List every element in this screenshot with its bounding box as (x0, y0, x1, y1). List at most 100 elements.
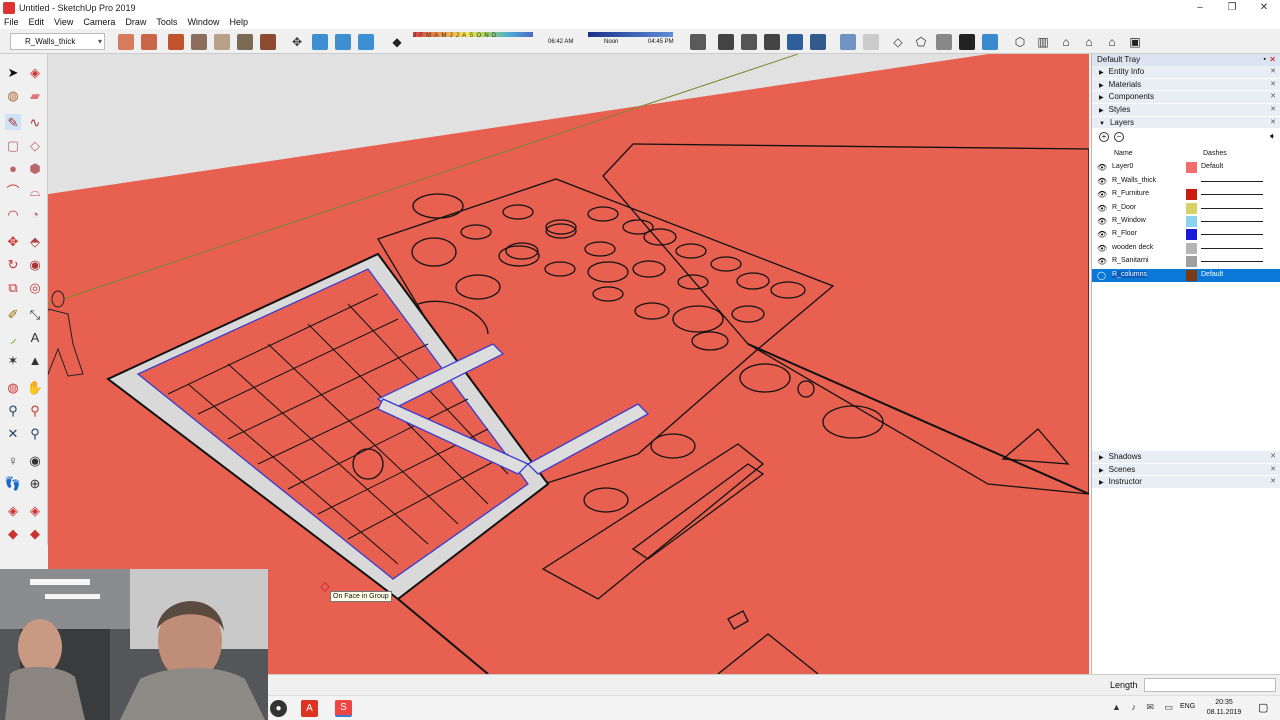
hidden-eye-icon[interactable]: ◯ (1097, 271, 1106, 280)
notification-icon[interactable]: ▢ (1258, 701, 1268, 714)
3d-text-icon[interactable]: ▲ (27, 352, 43, 368)
layer-dash-line[interactable] (1201, 180, 1263, 182)
rectangle-icon[interactable]: ▢ (5, 137, 21, 153)
panel-entity-info[interactable]: ▶ Entity Info ✕ (1092, 66, 1280, 79)
sandbox-icon-1[interactable]: ◈ (5, 502, 21, 518)
move-icon[interactable]: ✥ (5, 233, 21, 249)
dashes-column-header[interactable]: Dashes (1203, 150, 1227, 157)
close-icon[interactable]: ✕ (1270, 117, 1276, 130)
clock[interactable]: 20:35 08.11.2019 (1204, 698, 1244, 718)
layer-name[interactable]: R_Window (1112, 217, 1146, 224)
two-point-arc-icon[interactable]: ⌓ (27, 183, 43, 199)
hidden-line-icon[interactable]: ⌂ (1058, 34, 1074, 50)
protractor-icon[interactable]: ◞ (5, 329, 21, 345)
front-view-icon[interactable]: ◇ (890, 34, 906, 50)
look-around-icon[interactable]: ◉ (27, 452, 43, 468)
zoom-icon[interactable] (335, 34, 351, 50)
acrobat-icon[interactable]: A (301, 700, 318, 717)
visible-eye-icon[interactable]: 👁 (1097, 177, 1107, 186)
extension-icon-5[interactable] (810, 34, 826, 50)
layer-name[interactable]: wooden deck (1112, 244, 1153, 251)
left-view-icon[interactable] (959, 34, 975, 50)
layer-name[interactable]: R_Walls_thick (1112, 177, 1156, 184)
layer-dash-line[interactable] (1201, 221, 1263, 222)
layer-row[interactable]: 👁 wooden deck (1092, 242, 1280, 255)
layer-color-swatch[interactable] (1186, 175, 1197, 187)
monochrome-icon[interactable]: ▣ (1127, 34, 1143, 50)
layer-dash-label[interactable]: Default (1201, 271, 1223, 278)
layer-dash-line[interactable] (1201, 207, 1263, 209)
layer-row[interactable]: 👁 R_Floor (1092, 228, 1280, 241)
close-icon[interactable]: ✕ (1270, 91, 1276, 104)
walk-icon[interactable]: 👣 (5, 475, 21, 491)
extension-warehouse-icon[interactable]: ◆ (27, 525, 43, 541)
layer-name[interactable]: R_Furniture (1112, 190, 1149, 197)
layer-row[interactable]: ◯ R_columns Default (1092, 268, 1280, 282)
paint-bucket-icon[interactable]: ◍ (5, 87, 21, 103)
close-button[interactable]: ✕ (1248, 0, 1280, 15)
layer-name[interactable]: R_Door (1112, 204, 1136, 211)
right-view-icon[interactable]: ⬠ (913, 34, 929, 50)
extension-icon-3[interactable] (764, 34, 780, 50)
zoom-icon[interactable]: ⚲ (5, 402, 21, 418)
layer-name[interactable]: Layer0 (1112, 163, 1133, 170)
push-pull-icon[interactable] (168, 34, 184, 50)
sketchup-taskbar-icon[interactable]: S (335, 700, 352, 717)
layer-row[interactable]: 👁 R_Door (1092, 202, 1280, 215)
close-icon[interactable]: ✕ (1270, 79, 1276, 92)
paint-bucket-icon[interactable] (141, 34, 157, 50)
menu-file[interactable]: File (4, 17, 19, 27)
maximize-button[interactable]: ❐ (1216, 0, 1248, 15)
layer-select[interactable]: R_Walls_thick ▾ (10, 33, 105, 50)
language-indicator[interactable]: ENG (1180, 703, 1195, 710)
visible-eye-icon[interactable]: 👁 (1097, 163, 1107, 172)
shaded-icon[interactable]: ⌂ (1081, 34, 1097, 50)
make-component-icon[interactable] (118, 34, 134, 50)
visible-eye-icon[interactable]: 👁 (1097, 204, 1107, 213)
pin-icon[interactable]: ▪ (1264, 54, 1266, 66)
rotate-icon[interactable]: ↻ (5, 256, 21, 272)
intersect-icon[interactable] (237, 34, 253, 50)
layer-color-swatch[interactable] (1186, 242, 1197, 254)
menu-view[interactable]: View (54, 17, 73, 27)
close-icon[interactable]: ✕ (1270, 476, 1276, 489)
layer-name[interactable]: R_Floor (1112, 230, 1137, 237)
panel-materials[interactable]: ▶ Materials ✕ (1092, 78, 1280, 92)
close-icon[interactable]: ✕ (1270, 104, 1276, 117)
textured-icon[interactable]: ⌂ (1104, 34, 1120, 50)
layer-color-swatch[interactable] (1186, 162, 1197, 174)
iso-view-icon[interactable] (840, 34, 856, 50)
layer-dash-line[interactable] (1201, 194, 1263, 196)
section-plane-icon[interactable]: ⊕ (27, 475, 43, 491)
pan-icon[interactable]: ✋ (27, 379, 43, 395)
visible-eye-icon[interactable]: 👁 (1097, 230, 1107, 239)
offset-icon[interactable]: ◎ (27, 279, 43, 295)
layer-color-swatch[interactable] (1186, 256, 1197, 268)
freehand-icon[interactable]: ∿ (27, 114, 43, 130)
previous-view-icon[interactable]: ⚲ (27, 425, 43, 441)
zoom-window-icon[interactable]: ⚲ (27, 402, 43, 418)
obs-icon[interactable]: ● (270, 700, 287, 717)
three-point-arc-icon[interactable]: ◠ (5, 206, 21, 222)
layer-row[interactable]: 👁 R_Window (1092, 215, 1280, 228)
menu-camera[interactable]: Camera (83, 17, 115, 27)
zoom-extents-icon[interactable]: ✕ (5, 425, 21, 441)
orbit-icon[interactable]: ◍ (5, 379, 21, 395)
length-input[interactable] (1144, 678, 1276, 692)
scale-icon[interactable]: ⧉ (5, 279, 21, 295)
panel-scenes[interactable]: ▶ Scenes ✕ (1092, 463, 1280, 477)
wireframe-icon[interactable]: ▥ (1035, 34, 1051, 50)
close-icon[interactable]: ✕ (1269, 54, 1276, 66)
panel-layers[interactable]: ▼ Layers ✕ (1092, 116, 1280, 130)
rotated-rectangle-icon[interactable]: ◇ (27, 137, 43, 153)
layer-row[interactable]: 👁 Layer0 Default (1092, 161, 1280, 174)
visible-eye-icon[interactable]: 👁 (1097, 217, 1107, 226)
follow-me-icon[interactable]: ◉ (27, 256, 43, 272)
layer-dash-line[interactable] (1201, 247, 1263, 249)
dimension-icon[interactable]: ⤡ (27, 306, 43, 322)
name-column-header[interactable]: Name (1114, 150, 1133, 157)
tape-measure-icon[interactable]: ✐ (5, 306, 21, 322)
close-icon[interactable]: ✕ (1270, 464, 1276, 477)
layer-dash-line[interactable] (1201, 261, 1263, 263)
back-view-icon[interactable] (936, 34, 952, 50)
